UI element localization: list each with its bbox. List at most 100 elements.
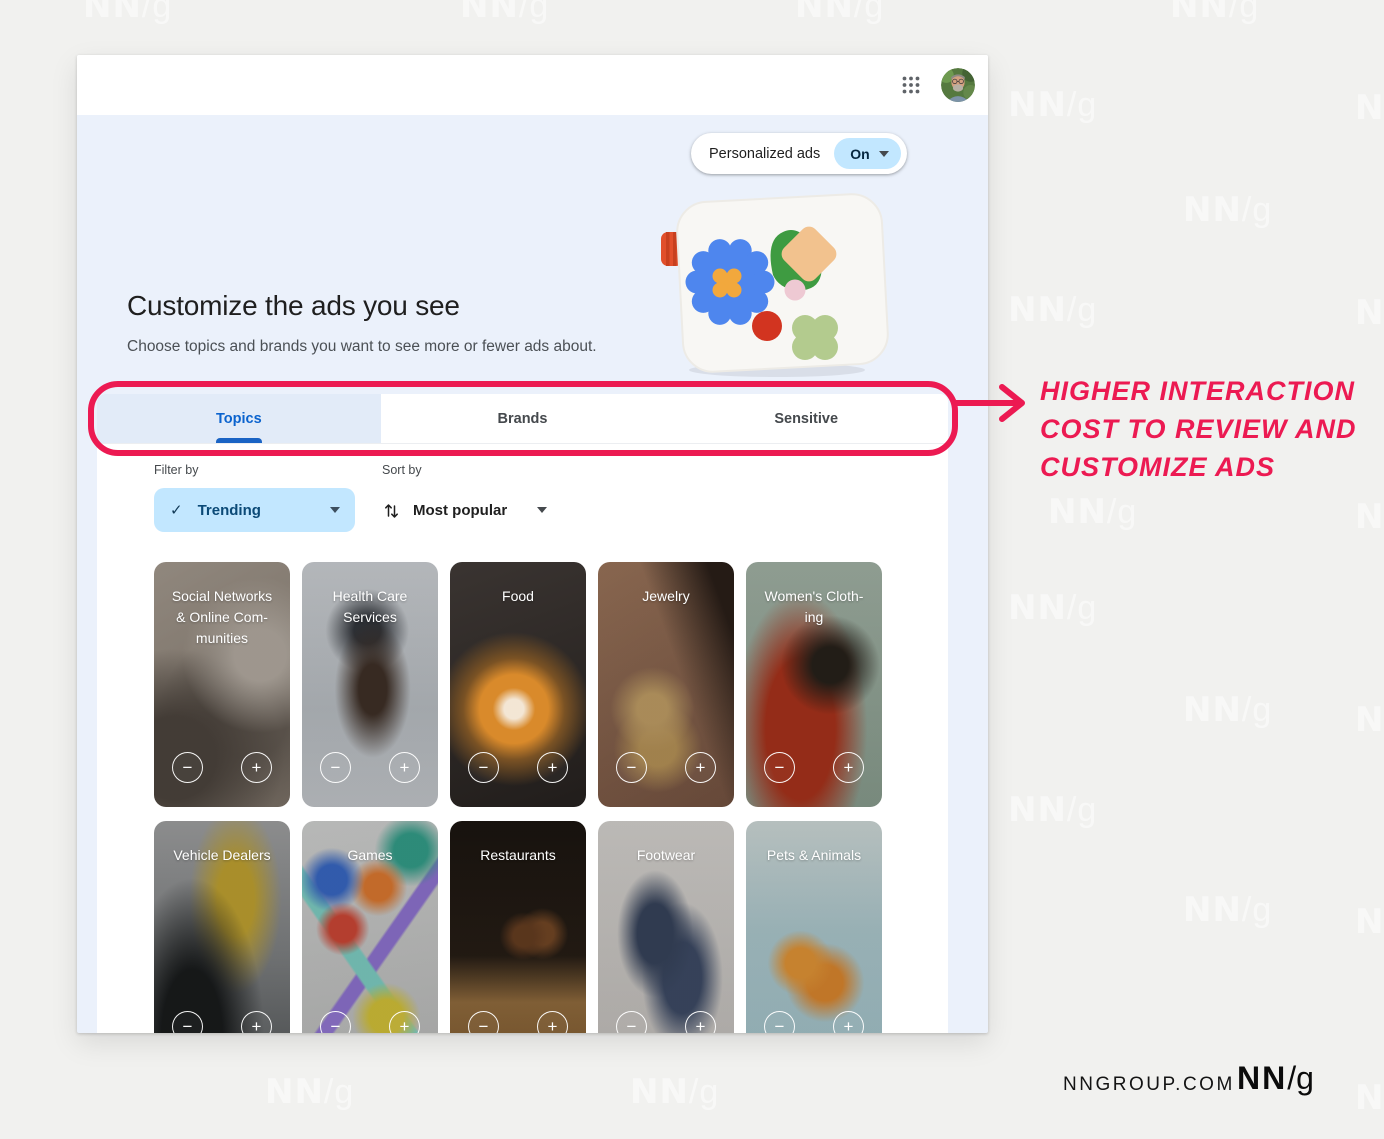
add-topic-button[interactable]: + — [833, 1011, 864, 1033]
personalized-ads-toggle[interactable]: On — [834, 138, 901, 169]
watermark-text: NN/g — [1008, 290, 1098, 330]
tab-brands[interactable]: Brands — [380, 394, 665, 443]
watermark-text: NN/g — [1355, 902, 1384, 942]
tab-bar: Topics Brands Sensitive — [97, 394, 948, 444]
remove-topic-button[interactable]: − — [320, 1011, 351, 1033]
sort-control[interactable]: Most popular — [382, 488, 548, 532]
add-topic-button[interactable]: + — [241, 1011, 272, 1033]
add-topic-button[interactable]: + — [833, 752, 864, 783]
trending-chip[interactable]: ✓ Trending — [154, 488, 355, 532]
topic-card-social-networks: Social Networks & Online Com- munities −… — [154, 562, 290, 807]
sort-by-label: Sort by — [382, 463, 422, 477]
topic-card-footwear: Footwear − + — [598, 821, 734, 1033]
remove-topic-button[interactable]: − — [616, 752, 647, 783]
tab-topics[interactable]: Topics — [97, 394, 381, 443]
topic-card-actions: − + — [598, 1011, 734, 1033]
topic-card-actions: − + — [746, 752, 882, 783]
tab-sensitive-label: Sensitive — [774, 410, 839, 427]
topbar — [77, 55, 988, 115]
watermark-text: NN/g — [1355, 700, 1384, 740]
tab-sensitive[interactable]: Sensitive — [664, 394, 948, 443]
nng-logo-nn: NN — [1237, 1060, 1288, 1096]
remove-topic-button[interactable]: − — [764, 752, 795, 783]
watermark-text: NN/g — [1183, 690, 1273, 730]
topic-card-label: Food — [502, 588, 534, 604]
topic-card-food: Food − + — [450, 562, 586, 807]
topic-card-actions: − + — [598, 752, 734, 783]
trending-chip-label: Trending — [197, 501, 261, 519]
topic-card-actions: − + — [154, 752, 290, 783]
add-topic-button[interactable]: + — [537, 752, 568, 783]
topic-card-actions: − + — [302, 1011, 438, 1033]
remove-topic-button[interactable]: − — [172, 752, 203, 783]
topic-card-vehicle-dealers: Vehicle Dealers − + — [154, 821, 290, 1033]
add-topic-button[interactable]: + — [389, 752, 420, 783]
topic-card-label: Games — [347, 847, 393, 863]
watermark-text: NN/g — [1183, 890, 1273, 930]
tab-topics-label: Topics — [216, 410, 262, 427]
personalized-ads-pill[interactable]: Personalized ads On — [691, 133, 907, 174]
page-subtitle: Choose topics and brands you want to see… — [127, 338, 597, 355]
topic-card-womens-clothing: Women's Cloth- ing − + — [746, 562, 882, 807]
watermark-text: NN/g — [1048, 492, 1138, 532]
tab-brands-label: Brands — [497, 410, 548, 427]
check-icon: ✓ — [170, 502, 183, 519]
personalized-ads-value: On — [850, 145, 870, 162]
watermark-text: NN/g — [630, 1072, 720, 1112]
remove-topic-button[interactable]: − — [468, 1011, 499, 1033]
topic-card-label: Pets & Animals — [766, 847, 862, 863]
topic-card-label: Jewelry — [642, 588, 690, 604]
nng-logo-slash-g: /g — [1287, 1060, 1314, 1096]
app-window: Personalized ads On Customize the ads yo… — [77, 55, 988, 1033]
add-topic-button[interactable]: + — [389, 1011, 420, 1033]
remove-topic-button[interactable]: − — [764, 1011, 795, 1033]
annotation-line: CUSTOMIZE ADS — [1040, 452, 1276, 482]
topic-card-actions: − + — [746, 1011, 882, 1033]
watermark-text: NN/g — [460, 0, 550, 26]
watermark-text: NN/g — [265, 1072, 355, 1112]
user-avatar[interactable] — [941, 68, 975, 102]
chevron-down-icon — [878, 150, 889, 157]
watermark-text: NN/g — [83, 0, 173, 26]
content-panel: Topics Brands Sensitive Filter by ✓ Tren… — [97, 394, 948, 1033]
add-topic-button[interactable]: + — [685, 1011, 716, 1033]
topic-card-games: Games − + — [302, 821, 438, 1033]
topics-grid: Social Networks & Online Com- munities −… — [154, 562, 894, 1033]
apps-grid-icon[interactable] — [900, 74, 922, 96]
watermark-text: NN/g — [795, 0, 885, 26]
topic-card-restaurants: Restaurants − + — [450, 821, 586, 1033]
topic-card-actions: − + — [450, 1011, 586, 1033]
watermark-text: NN/g — [1008, 790, 1098, 830]
nngroup-site: NNGROUP.COM — [1063, 1074, 1235, 1095]
annotation-text: HIGHER INTERACTION COST TO REVIEW AND CU… — [1040, 372, 1357, 486]
watermark-text: NN/g — [1183, 190, 1273, 230]
add-topic-button[interactable]: + — [537, 1011, 568, 1033]
filter-by-label: Filter by — [154, 463, 199, 477]
sort-by-group: Sort by Most popular — [382, 463, 548, 532]
topic-card-actions: − + — [302, 752, 438, 783]
annotation-line: COST TO REVIEW AND — [1040, 414, 1357, 444]
topic-card-label: Health Care Services — [332, 588, 408, 625]
watermark-text: NN/g — [1355, 497, 1384, 537]
remove-topic-button[interactable]: − — [172, 1011, 203, 1033]
annotation-line: HIGHER INTERACTION — [1040, 376, 1355, 406]
watermark-text: NN/g — [1355, 88, 1384, 128]
page-root: NN/gNN/gNN/gNN/gNN/gNN/gNN/gNN/gNN/gNN/g… — [0, 0, 1384, 1139]
watermark-text: NN/g — [1008, 588, 1098, 628]
remove-topic-button[interactable]: − — [320, 752, 351, 783]
topic-card-jewelry: Jewelry − + — [598, 562, 734, 807]
nng-logo: NN/g — [1237, 1059, 1314, 1097]
topic-card-label: Footwear — [636, 847, 696, 863]
sort-value: Most popular — [413, 501, 508, 519]
filter-by-group: Filter by ✓ Trending — [154, 463, 355, 532]
remove-topic-button[interactable]: − — [468, 752, 499, 783]
topic-card-label: Social Networks & Online Com- munities — [171, 588, 273, 646]
watermark-text: NN/g — [1355, 293, 1384, 333]
remove-topic-button[interactable]: − — [616, 1011, 647, 1033]
chevron-down-icon — [330, 507, 340, 513]
add-topic-button[interactable]: + — [241, 752, 272, 783]
filter-section: Filter by ✓ Trending Sort by Most popula… — [97, 444, 948, 532]
watermark-text: NN/g — [1170, 0, 1260, 26]
topic-card-actions: − + — [450, 752, 586, 783]
add-topic-button[interactable]: + — [685, 752, 716, 783]
